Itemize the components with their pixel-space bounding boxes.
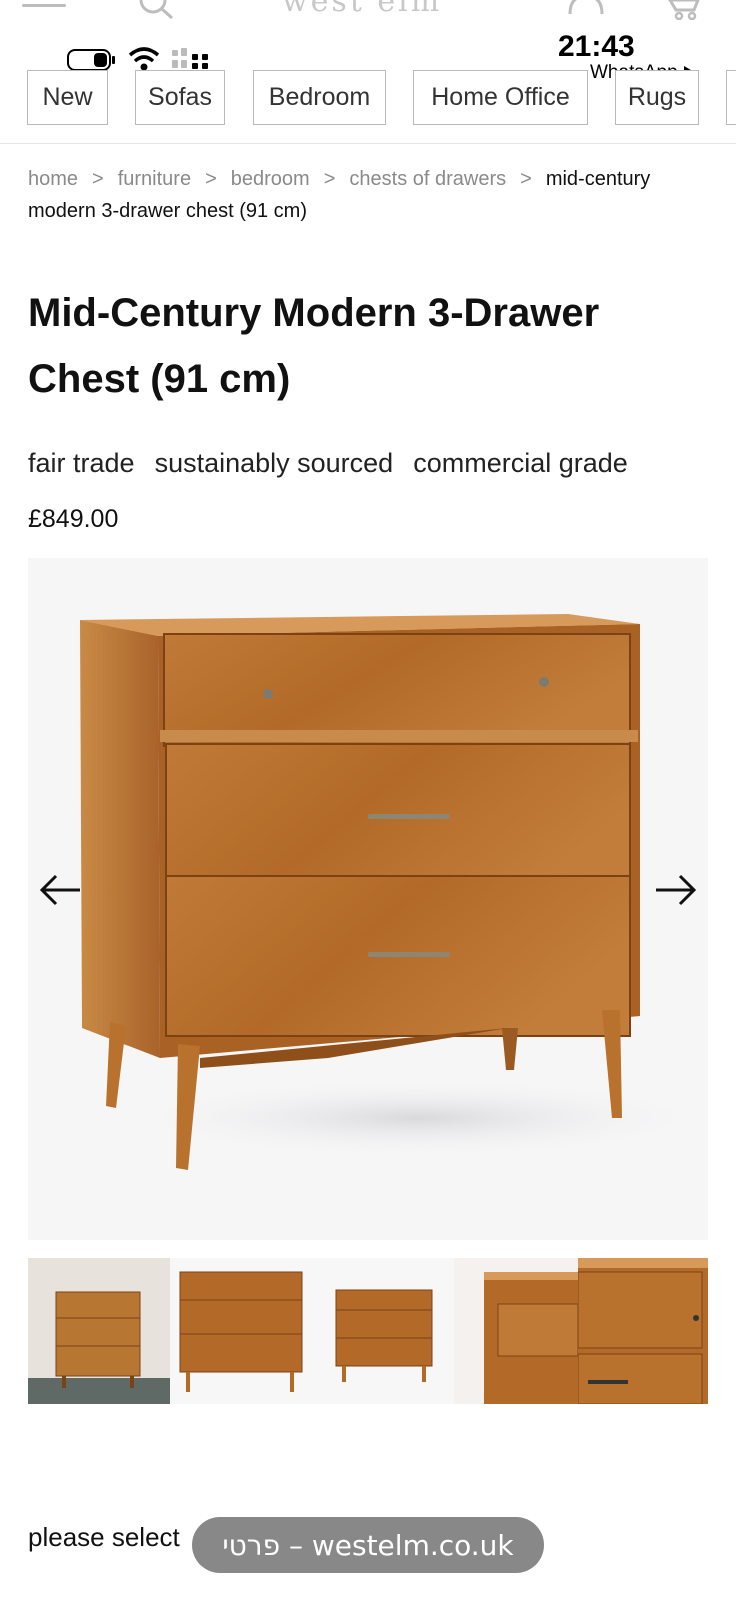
- battery-icon: [67, 49, 115, 71]
- chip-bedroom[interactable]: Bedroom: [253, 70, 386, 125]
- thumbnail-3[interactable]: [312, 1258, 454, 1404]
- tag-commercial-grade[interactable]: commercial grade: [413, 448, 628, 479]
- menu-icon[interactable]: [22, 4, 66, 14]
- breadcrumb-current-cont: modern 3-drawer chest (91 cm): [28, 200, 307, 222]
- breadcrumb-furniture[interactable]: furniture: [118, 168, 191, 190]
- chevron-right-icon: >: [520, 168, 532, 190]
- breadcrumb-bedroom[interactable]: bedroom: [231, 168, 310, 190]
- chip-sofas[interactable]: Sofas: [135, 70, 225, 125]
- site-header: west elm: [0, 0, 736, 22]
- chevron-right-icon: >: [205, 168, 217, 190]
- signal-icon: [172, 48, 208, 69]
- breadcrumb-current: mid-century: [545, 168, 651, 190]
- thumbnail-1[interactable]: [28, 1258, 170, 1404]
- chip-home-office[interactable]: Home Office: [413, 70, 588, 125]
- tag-fair-trade[interactable]: fair trade: [28, 448, 135, 479]
- breadcrumb-home[interactable]: home: [28, 168, 78, 190]
- chip-more[interactable]: [726, 70, 736, 125]
- header-divider: [0, 143, 736, 144]
- category-chips: New Sofas Bedroom Home Office Rugs: [0, 70, 736, 126]
- product-tags: fair trade sustainably sourced commercia…: [28, 448, 628, 479]
- account-icon[interactable]: [566, 0, 606, 16]
- browser-url-pill[interactable]: פרטי – westelm.co.uk: [192, 1517, 544, 1573]
- arrow-right-icon[interactable]: [652, 866, 700, 914]
- thumbnail-strip: [28, 1258, 708, 1404]
- thumbnail-2[interactable]: [170, 1258, 312, 1404]
- search-icon[interactable]: [134, 0, 174, 20]
- product-price: £849.00: [28, 505, 119, 533]
- status-time: 21:43: [558, 30, 635, 63]
- chip-new[interactable]: New: [27, 70, 108, 125]
- chevron-right-icon: >: [92, 168, 104, 190]
- product-title: Mid-Century Modern 3-Drawer Chest (91 cm…: [28, 291, 600, 401]
- product-image: [80, 614, 708, 1170]
- breadcrumb: home > furniture > bedroom > chests of drawers…: [28, 163, 718, 227]
- tag-sustainably-sourced[interactable]: sustainably sourced: [155, 448, 394, 479]
- wifi-icon: [128, 47, 160, 71]
- chevron-right-icon: >: [323, 168, 336, 190]
- thumbnail-4[interactable]: [454, 1258, 578, 1404]
- breadcrumb-chests[interactable]: chests of drawers: [349, 168, 506, 190]
- product-image-gallery[interactable]: [28, 558, 708, 1240]
- cart-icon[interactable]: [668, 0, 704, 20]
- arrow-left-icon[interactable]: [36, 866, 84, 914]
- please-select-label: please select: [28, 1522, 180, 1552]
- site-logo[interactable]: west elm: [282, 0, 442, 19]
- thumbnail-5[interactable]: [578, 1258, 708, 1404]
- chip-rugs[interactable]: Rugs: [615, 70, 699, 125]
